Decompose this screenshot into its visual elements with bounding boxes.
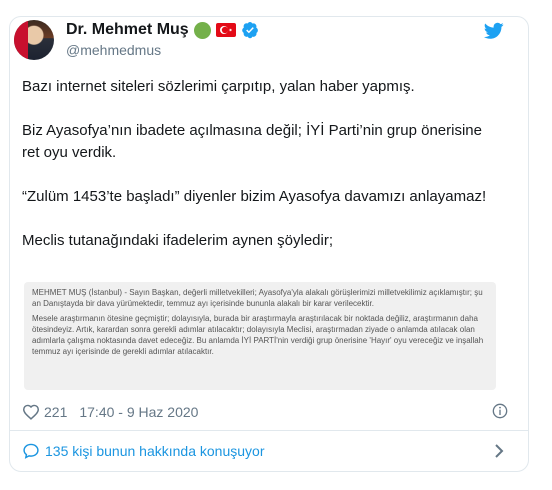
tweet-paragraph: Biz Ayasofya’nın ibadete açılmasına deği… — [22, 122, 482, 161]
conversation-label[interactable]: 135 kişi bunun hakkında konuşuyor — [45, 443, 264, 459]
heart-icon[interactable] — [22, 404, 40, 420]
chevron-right-icon[interactable] — [494, 443, 504, 459]
tweet-paragraph: Meclis tutanağındaki ifadelerim aynen şö… — [22, 232, 333, 249]
tweet-paragraph: Bazı internet siteleri sözlerimi çarpıtı… — [22, 78, 415, 95]
info-icon[interactable] — [492, 403, 508, 419]
avatar[interactable] — [14, 20, 54, 60]
transcript-paragraph: MEHMET MUŞ (İstanbul) - Sayın Başkan, de… — [32, 288, 483, 308]
tweet-header: Dr. Mehmet Muş @mehmedmus — [14, 18, 504, 62]
avatar-flag-backdrop — [14, 20, 28, 60]
tweet-meta: 221 17:40 - 9 Haz 2020 — [22, 402, 508, 422]
speech-bubble-icon — [22, 443, 40, 459]
tweet-text: Bazı internet siteleri sözlerimi çarpıtı… — [22, 76, 492, 274]
attached-image-transcript[interactable]: MEHMET MUŞ (İstanbul) - Sayın Başkan, de… — [24, 282, 496, 390]
turkey-flag-icon — [215, 23, 236, 37]
green-circle-icon — [193, 21, 211, 39]
like-count[interactable]: 221 — [44, 404, 67, 420]
transcript-paragraph: Mesele araştırmanın ötesine geçmiştir; d… — [32, 314, 484, 356]
tweet-paragraph: “Zulüm 1453’te başladı” diyenler bizim A… — [22, 188, 487, 205]
author-name-row: Dr. Mehmet Muş — [66, 20, 259, 40]
tweet-timestamp[interactable]: 17:40 - 9 Haz 2020 — [79, 404, 198, 420]
verified-badge-icon — [241, 21, 259, 39]
divider — [9, 430, 529, 431]
twitter-bird-icon[interactable] — [483, 22, 504, 40]
author-handle[interactable]: @mehmedmus — [66, 42, 161, 58]
author-name[interactable]: Dr. Mehmet Muş — [66, 21, 189, 39]
conversation-link[interactable]: 135 kişi bunun hakkında konuşuyor — [22, 440, 508, 462]
